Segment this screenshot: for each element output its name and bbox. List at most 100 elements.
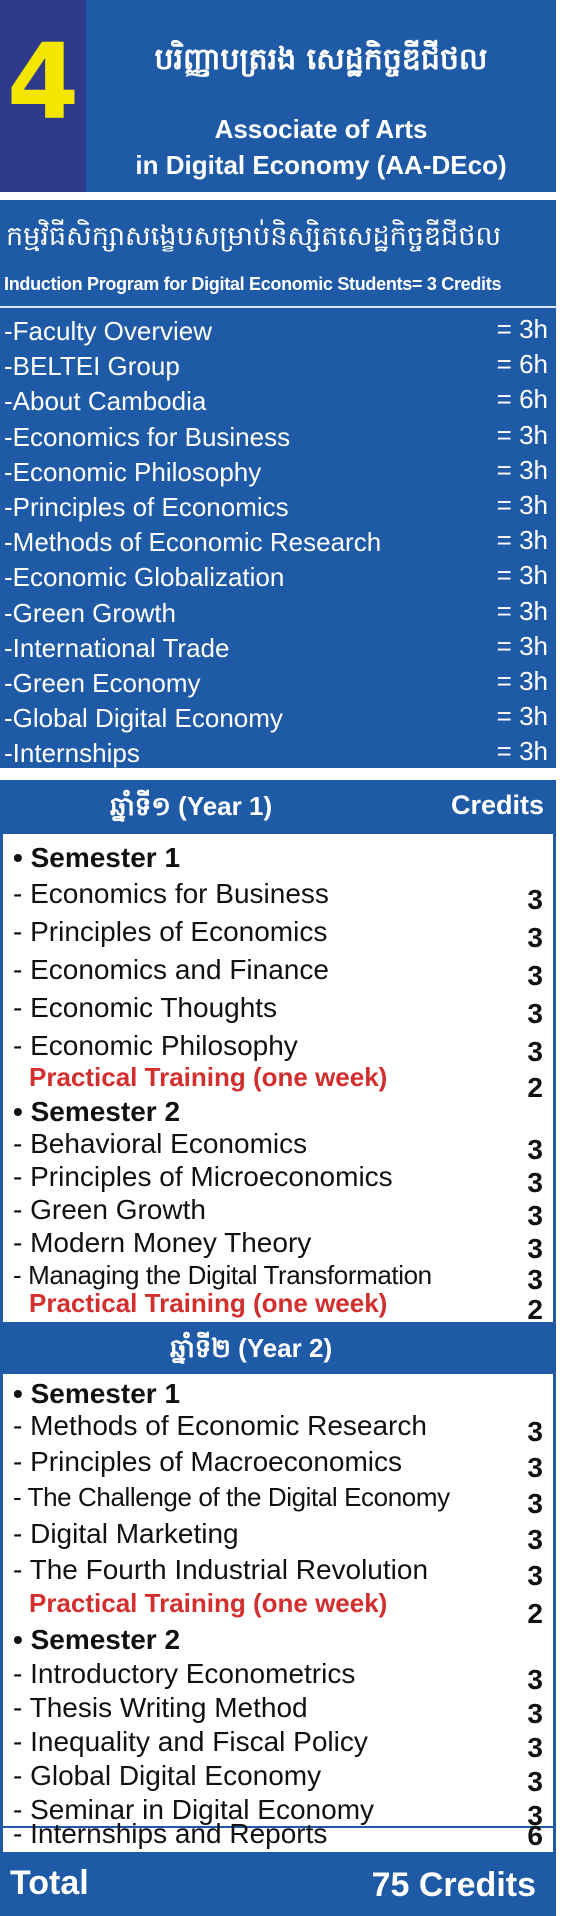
induction-item: -About Cambodia = 6h [0, 384, 556, 419]
induction-item-name: -About Cambodia [4, 386, 207, 417]
induction-item-name: -Global Digital Economy [4, 703, 283, 734]
course-credits: 3 [527, 1452, 543, 1483]
induction-program-section: កម្មវិធីសិក្សាសង្ខេបសម្រាប់និស្សិតសេដ្ឋក… [0, 200, 556, 768]
course-name: - Economic Philosophy [13, 1030, 298, 1061]
program-number: 4 [6, 21, 80, 143]
year2-title: ឆ្នាំទី២ (Year 2) [170, 1333, 333, 1363]
practical-training-name: Practical Training (one week) [29, 1062, 388, 1092]
induction-item-hours: = 3h [496, 736, 548, 767]
course-credits: 3 [527, 1698, 543, 1729]
induction-item-hours: = 3h [496, 419, 548, 450]
course-credits: 3 [527, 1416, 543, 1447]
course-name: - Green Growth [13, 1194, 206, 1225]
course-credits: 3 [527, 1264, 543, 1295]
practical-training-name: Practical Training (one week) [29, 1288, 388, 1318]
credits-column-header: Credits [450, 790, 544, 820]
induction-item: -Global Digital Economy = 3h [0, 701, 556, 736]
induction-item-name: -Faculty Overview [4, 316, 213, 346]
induction-item-name: -BELTEI Group [4, 351, 180, 382]
induction-item-hours: = 3h [496, 665, 548, 696]
induction-item-hours: = 3h [496, 560, 548, 591]
course-name: - Principles of Microeconomics [13, 1161, 393, 1192]
program-header: 4 បរិញ្ញាបត្ររង សេដ្ឋកិច្ចឌីជីថល Associa… [0, 0, 556, 192]
induction-list: -Faculty Overview = 3h -BELTEI Group = 6h … [0, 314, 556, 771]
induction-divider [0, 306, 556, 308]
course-credits: 3 [527, 1524, 543, 1555]
induction-item-hours: = 3h [496, 630, 548, 661]
course-credits: 3 [527, 1766, 543, 1797]
induction-item-name: -Principles of Economics [4, 491, 289, 522]
total-value: 75 Credits [371, 1866, 536, 1904]
course-credits: 3 [527, 998, 543, 1029]
induction-title-english: Induction Program for Digital Economic S… [4, 274, 502, 294]
induction-item: -Economic Philosophy = 3h [0, 455, 556, 490]
induction-item: -International Trade = 3h [0, 631, 556, 666]
induction-item-name: -International Trade [4, 632, 230, 663]
course-name: - Principles of Economics [13, 916, 328, 947]
program-title-english-line1: Associate of Arts [214, 114, 428, 144]
course-name: - Economic Thoughts [13, 992, 278, 1023]
year1-title: ឆ្នាំទី១ (Year 1) [110, 791, 273, 821]
course-name: - Behavioral Economics [13, 1128, 308, 1159]
course-name: - Modern Money Theory [13, 1227, 312, 1258]
induction-item-hours: = 3h [496, 701, 548, 732]
induction-item-hours: = 3h [496, 489, 548, 520]
course-name: - The Fourth Industrial Revolution [13, 1554, 429, 1585]
internship-credits: 6 [527, 1820, 543, 1851]
induction-title-khmer: កម្មវិធីសិក្សាសង្ខេបសម្រាប់និស្សិតសេដ្ឋក… [6, 221, 502, 252]
course-credits: 3 [527, 1036, 543, 1067]
course-name: - Principles of Macroeconomics [13, 1446, 403, 1477]
induction-item-hours: = 6h [496, 349, 548, 380]
induction-item-name: -Economic Globalization [4, 562, 285, 593]
course-credits: 3 [527, 1233, 543, 1264]
course-credits: 3 [527, 884, 543, 915]
induction-item-hours: = 3h [496, 454, 548, 485]
course-credits: 3 [527, 1200, 543, 1231]
induction-item: -Principles of Economics = 3h [0, 490, 556, 525]
induction-item-name: -Green Growth [4, 597, 176, 628]
program-title-khmer: បរិញ្ញាបត្ររង សេដ្ឋកិច្ចឌីជីថល [154, 42, 488, 77]
course-name: - Digital Marketing [13, 1518, 239, 1549]
course-name: - Thesis Writing Method [13, 1692, 308, 1723]
total-label: Total [10, 1864, 89, 1902]
year2-courses-panel: • Semester 1 - Methods of Economic Resea… [0, 1374, 556, 1852]
course-name: - Economics and Finance [13, 954, 329, 985]
curriculum-page: 4 បរិញ្ញាបត្ររង សេដ្ឋកិច្ចឌីជីថល Associa… [0, 0, 563, 1916]
practical-training-credits: 2 [527, 1598, 543, 1629]
induction-item: -Economics for Business = 3h [0, 420, 556, 455]
induction-item: -Green Economy = 3h [0, 666, 556, 701]
practical-training-name: Practical Training (one week) [29, 1588, 388, 1618]
course-credits: 3 [527, 1732, 543, 1763]
induction-item-hours: = 6h [496, 384, 548, 415]
course-credits: 3 [527, 960, 543, 991]
induction-item-name: -Economic Philosophy [4, 456, 262, 487]
year1-header: ឆ្នាំទី១ (Year 1) Credits [0, 780, 556, 834]
year1-courses-panel: • Semester 1 - Economics for Business 3 -… [0, 834, 556, 1325]
induction-item-hours: = 3h [496, 525, 548, 556]
course-credits: 3 [527, 922, 543, 953]
course-credits: 3 [527, 1664, 543, 1695]
course-name: - Economics for Business [13, 878, 329, 909]
course-name: - The Challenge of the Digital Economy [13, 1482, 450, 1512]
induction-item-hours: = 3h [496, 595, 548, 626]
course-credits: 3 [527, 1488, 543, 1519]
induction-item-name: -Economics for Business [4, 421, 291, 452]
course-credits: 3 [527, 1167, 543, 1198]
induction-item-name: -Methods of Economic Research [4, 527, 382, 558]
course-name: - Introductory Econometrics [13, 1658, 356, 1689]
year2-header: ឆ្នាំទី២ (Year 2) [0, 1322, 556, 1374]
internship-name: - Internships and Reports [13, 1818, 328, 1849]
induction-item: -Economic Globalization = 3h [0, 560, 556, 595]
course-credits: 3 [527, 1134, 543, 1165]
induction-item: -Faculty Overview = 3h [0, 314, 556, 349]
practical-training-credits: 2 [527, 1072, 543, 1103]
induction-item: -Internships = 3h [0, 736, 556, 771]
induction-item-name: -Green Economy [4, 667, 201, 698]
induction-item: -Methods of Economic Research = 3h [0, 525, 556, 560]
induction-item-hours: = 3h [496, 314, 548, 344]
course-credits: 3 [527, 1560, 543, 1591]
induction-item-name: -Internships [4, 738, 140, 769]
induction-item: -BELTEI Group = 6h [0, 349, 556, 384]
course-name: - Global Digital Economy [13, 1760, 322, 1791]
program-number-box: 4 [0, 0, 86, 192]
